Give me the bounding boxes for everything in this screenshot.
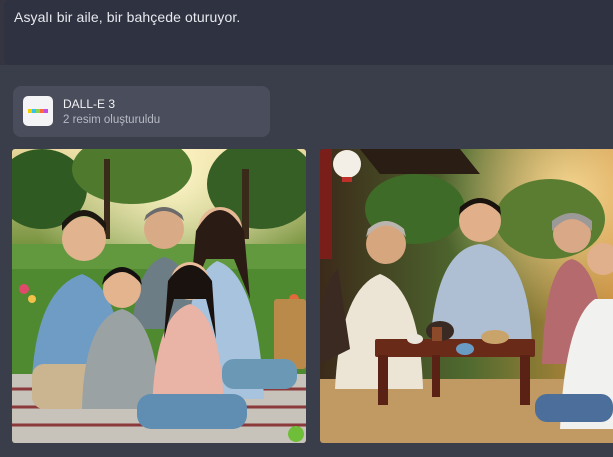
user-message-text: Asyalı bir aile, bir bahçede oturuyor. bbox=[14, 9, 241, 25]
tool-subtitle: 2 resim oluşturuldu bbox=[63, 114, 161, 126]
tool-title: DALL-E 3 bbox=[63, 97, 116, 111]
dalle-logo-icon bbox=[23, 96, 53, 126]
family-picnic-image-icon bbox=[12, 149, 306, 443]
dalle-tool-card[interactable]: DALL-E 3 2 resim oluşturuldu bbox=[13, 86, 270, 137]
user-message-bubble: Asyalı bir aile, bir bahçede oturuyor. bbox=[4, 0, 613, 65]
generated-image-1[interactable] bbox=[12, 149, 306, 443]
chat-page: Asyalı bir aile, bir bahçede oturuyor. D… bbox=[0, 0, 613, 457]
family-tea-image-icon bbox=[320, 149, 613, 443]
generated-image-2[interactable] bbox=[320, 149, 613, 443]
